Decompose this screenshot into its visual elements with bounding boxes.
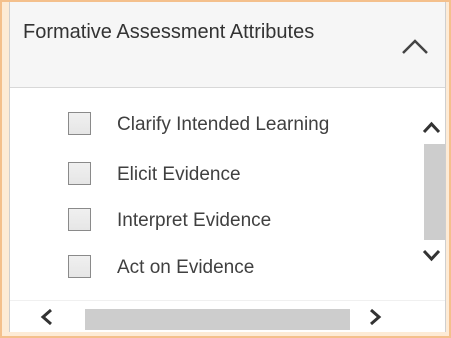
chevron-left-icon: [32, 303, 62, 331]
chevron-down-icon: [418, 241, 445, 269]
panel-title: Formative Assessment Attributes: [23, 21, 315, 43]
horizontal-scrollbar[interactable]: [10, 300, 445, 332]
chevron-up-icon: [395, 32, 435, 62]
checkbox[interactable]: [68, 162, 91, 185]
vertical-scroll-thumb[interactable]: [424, 144, 445, 240]
checkbox[interactable]: [68, 112, 91, 135]
chevron-up-icon: [418, 114, 445, 142]
scroll-up-button[interactable]: [418, 114, 445, 142]
scroll-down-button[interactable]: [418, 241, 445, 269]
panel-content: Clarify Intended Learning Elicit Evidenc…: [10, 88, 445, 332]
outer-frame: Formative Assessment Attributes Clarify …: [0, 0, 451, 338]
checklist-item-elicit-evidence[interactable]: Elicit Evidence: [68, 162, 398, 190]
panel-header[interactable]: Formative Assessment Attributes: [10, 2, 445, 88]
collapse-button[interactable]: [395, 32, 435, 62]
scroll-right-button[interactable]: [360, 303, 390, 331]
checklist-item-label: Clarify Intended Learning: [117, 114, 330, 135]
checklist-item-act-on-evidence[interactable]: Act on Evidence: [68, 255, 398, 283]
checklist-item-label: Act on Evidence: [117, 257, 255, 278]
checkbox[interactable]: [68, 208, 91, 231]
checklist-item-label: Interpret Evidence: [117, 210, 272, 231]
chevron-right-icon: [360, 303, 390, 331]
checklist-item-clarify-intended-learning[interactable]: Clarify Intended Learning: [68, 112, 398, 140]
checklist-item-label: Elicit Evidence: [117, 164, 241, 185]
scroll-left-button[interactable]: [32, 303, 62, 331]
checkbox[interactable]: [68, 255, 91, 278]
horizontal-scroll-thumb[interactable]: [85, 309, 350, 330]
vertical-scrollbar[interactable]: [418, 88, 445, 300]
checklist-item-interpret-evidence[interactable]: Interpret Evidence: [68, 208, 398, 236]
assessment-attributes-panel: Formative Assessment Attributes Clarify …: [9, 2, 446, 332]
